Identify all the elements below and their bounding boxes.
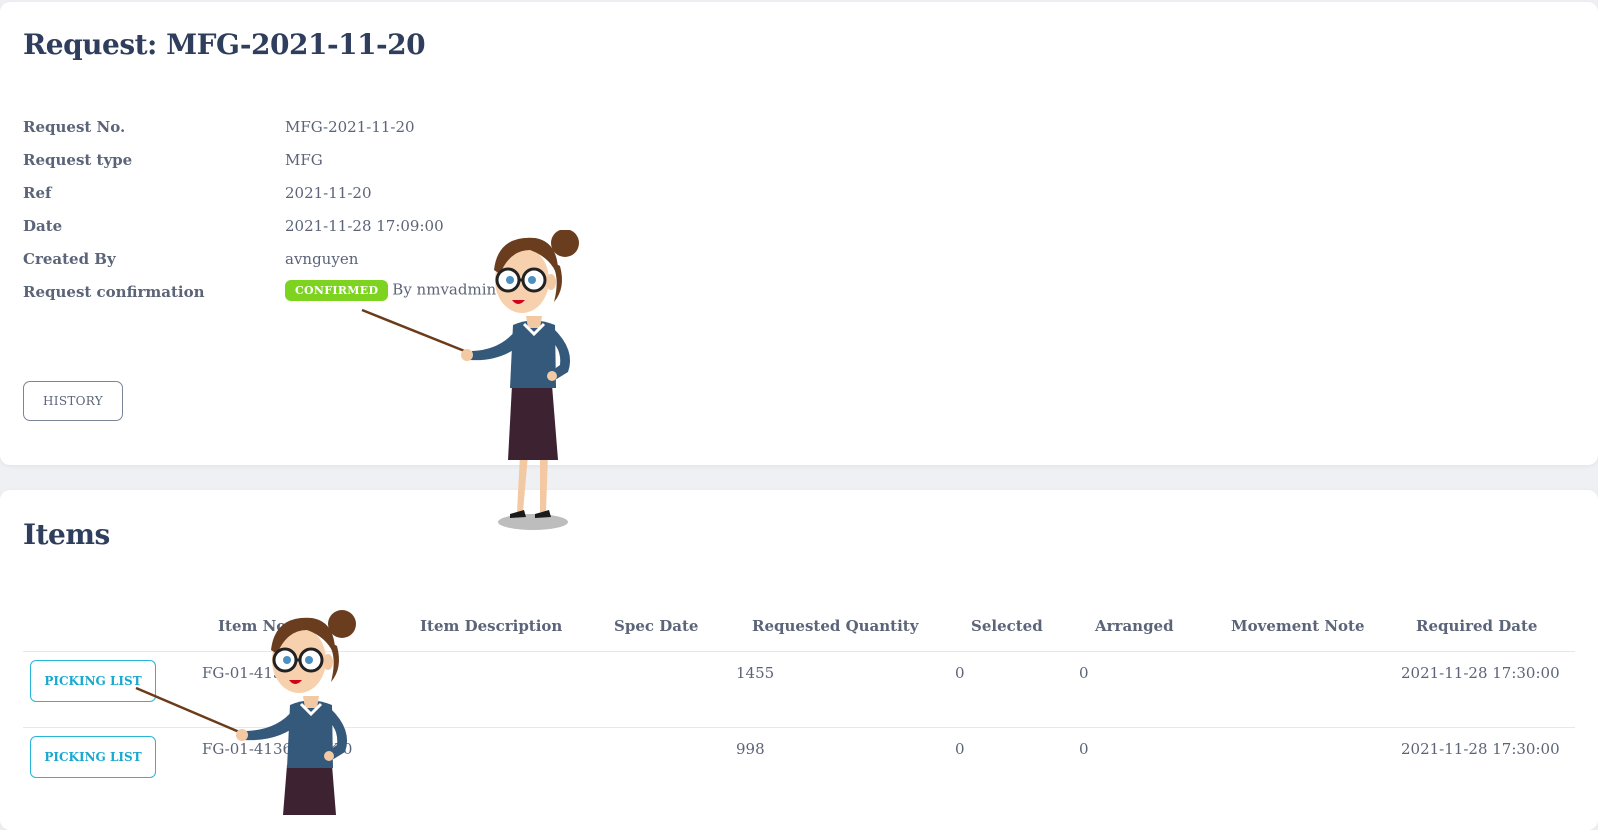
field-label: Request confirmation xyxy=(23,283,205,301)
arranged-cell: 0 xyxy=(1079,664,1089,682)
column-header: Movement Note xyxy=(1231,617,1365,635)
column-header: Selected xyxy=(971,617,1043,635)
page-title: Request: MFG-2021-11-20 xyxy=(23,28,426,61)
required-date-cell: 2021-11-28 17:30:00 xyxy=(1401,740,1560,758)
selected-cell: 0 xyxy=(955,664,965,682)
teacher-pointer-illustration xyxy=(361,230,579,530)
field-value: 2021-11-20 xyxy=(285,184,372,202)
arranged-cell: 0 xyxy=(1079,740,1089,758)
column-header: Arranged xyxy=(1095,617,1174,635)
field-value: MFG xyxy=(285,151,323,169)
field-label: Request No. xyxy=(23,118,126,136)
required-date-cell: 2021-11-28 17:30:00 xyxy=(1401,664,1560,682)
selected-cell: 0 xyxy=(955,740,965,758)
field-label: Request type xyxy=(23,151,133,169)
field-label: Date xyxy=(23,217,63,235)
field-value: MFG-2021-11-20 xyxy=(285,118,415,136)
items-title: Items xyxy=(23,518,110,551)
column-header: Spec Date xyxy=(614,617,699,635)
field-label: Created By xyxy=(23,250,116,268)
teacher-pointer-illustration xyxy=(135,610,356,815)
column-header: Requested Quantity xyxy=(752,617,919,635)
requested-quantity-cell: 1455 xyxy=(736,664,775,682)
requested-quantity-cell: 998 xyxy=(736,740,765,758)
field-label: Ref xyxy=(23,184,52,202)
field-value: avnguyen xyxy=(285,250,359,268)
history-button[interactable]: HISTORY xyxy=(23,381,123,421)
column-header: Required Date xyxy=(1416,617,1538,635)
column-header: Item Description xyxy=(420,617,563,635)
